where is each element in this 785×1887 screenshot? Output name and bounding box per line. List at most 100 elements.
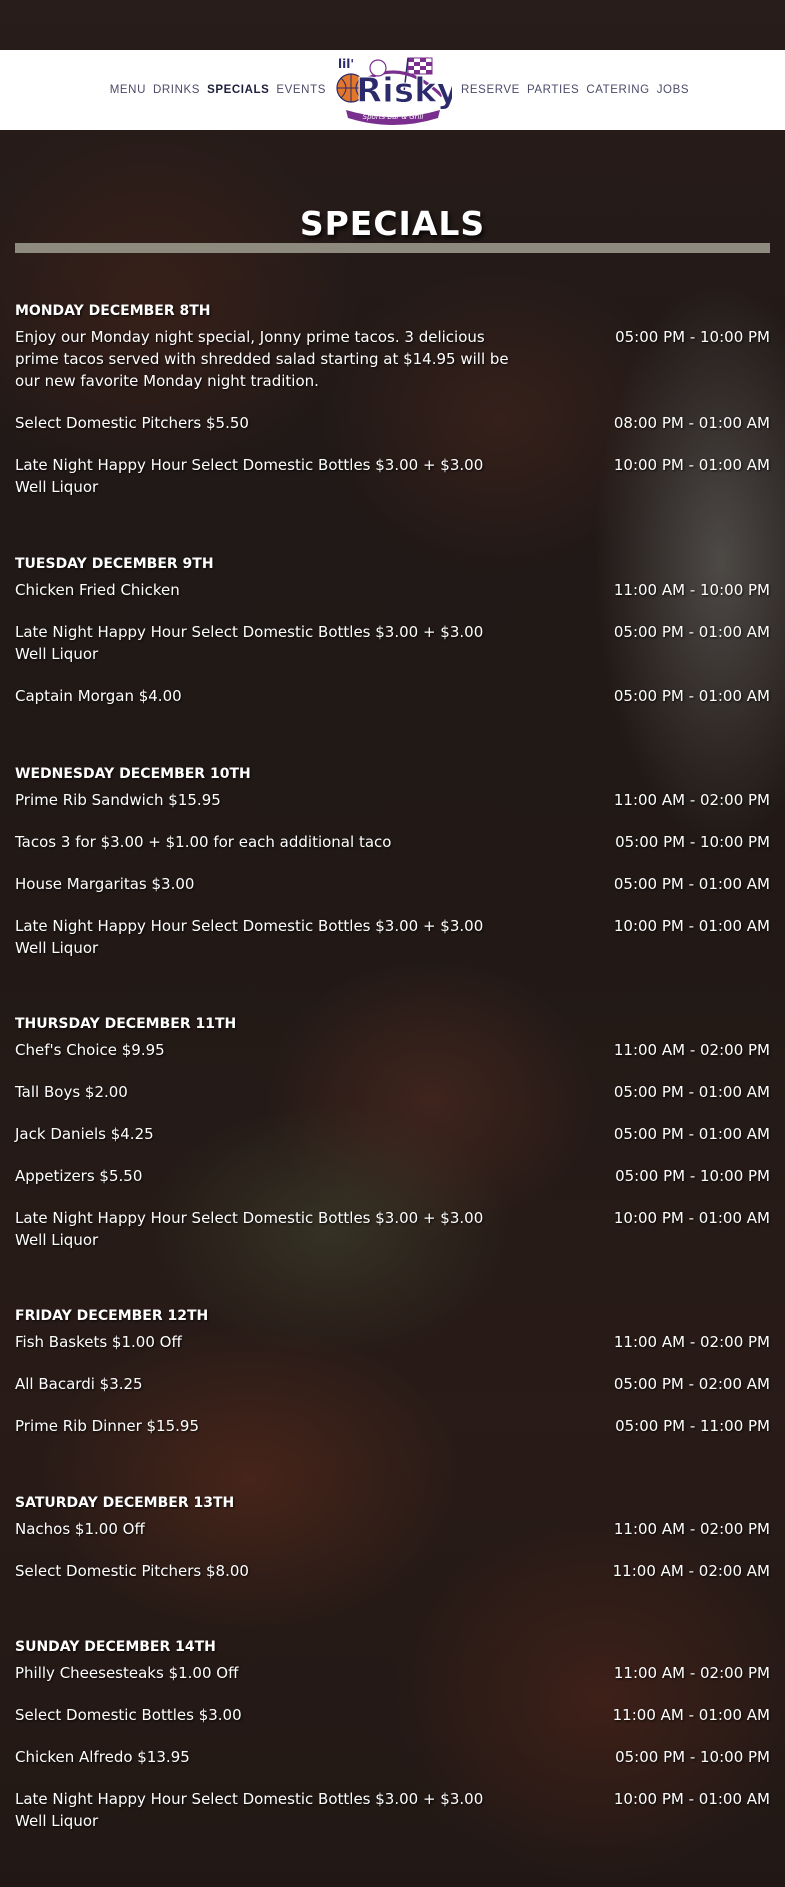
special-description: Late Night Happy Hour Select Domestic Bo… <box>15 917 484 957</box>
site-logo[interactable]: lil' Risky Sports Bar & Grill <box>334 52 459 128</box>
special-description: Enjoy our Monday night special, Jonny pr… <box>15 328 509 390</box>
special-description: Fish Baskets $1.00 Off <box>15 1333 182 1351</box>
nav-right-group: RESERVE PARTIES CATERING JOBS <box>461 50 689 130</box>
special-item: Late Night Happy Hour Select Domestic Bo… <box>15 621 770 665</box>
day-heading: SUNDAY DECEMBER 14TH <box>15 1639 216 1655</box>
special-time: 05:00 PM - 01:00 AM <box>613 1083 770 1101</box>
special-description: Select Domestic Pitchers $8.00 <box>15 1562 249 1580</box>
logo-wordmark: Risky <box>356 71 452 111</box>
nav-link-catering[interactable]: CATERING <box>586 84 649 96</box>
special-description: Chicken Fried Chicken <box>15 581 180 599</box>
special-description: Select Domestic Pitchers $5.50 <box>15 414 249 432</box>
special-time: 10:00 PM - 01:00 AM <box>613 456 770 474</box>
logo-tagline: Sports Bar & Grill <box>363 113 424 121</box>
special-item: Chicken Fried Chicken 11:00 AM - 10:00 P… <box>15 579 770 601</box>
special-item: Select Domestic Pitchers $8.00 11:00 AM … <box>15 1560 770 1582</box>
special-description: Late Night Happy Hour Select Domestic Bo… <box>15 623 484 663</box>
title-divider <box>15 243 770 253</box>
nav-link-parties[interactable]: PARTIES <box>527 84 579 96</box>
special-item: Prime Rib Sandwich $15.95 11:00 AM - 02:… <box>15 789 770 811</box>
day-section-friday: FRIDAY DECEMBER 12TH Fish Baskets $1.00 … <box>15 1307 770 1457</box>
special-time: 11:00 AM - 10:00 PM <box>613 581 770 599</box>
special-description: Prime Rib Sandwich $15.95 <box>15 791 221 809</box>
special-time: 05:00 PM - 01:00 AM <box>613 875 770 893</box>
special-item: Captain Morgan $4.00 05:00 PM - 01:00 AM <box>15 685 770 707</box>
special-item: Tacos 3 for $3.00 + $1.00 for each addit… <box>15 831 770 853</box>
special-item: Jack Daniels $4.25 05:00 PM - 01:00 AM <box>15 1123 770 1145</box>
special-time: 11:00 AM - 02:00 PM <box>613 1041 770 1059</box>
special-time: 05:00 PM - 11:00 PM <box>615 1417 770 1435</box>
special-time: 10:00 PM - 01:00 AM <box>613 1790 770 1808</box>
day-heading: FRIDAY DECEMBER 12TH <box>15 1308 209 1324</box>
special-time: 11:00 AM - 02:00 PM <box>613 791 770 809</box>
special-time: 11:00 AM - 02:00 PM <box>613 1333 770 1351</box>
day-heading: MONDAY DECEMBER 8TH <box>15 303 211 319</box>
special-description: Jack Daniels $4.25 <box>15 1125 154 1143</box>
special-description: Prime Rib Dinner $15.95 <box>15 1417 199 1435</box>
special-item: All Bacardi $3.25 05:00 PM - 02:00 AM <box>15 1373 770 1395</box>
nav-link-events[interactable]: EVENTS <box>276 84 326 96</box>
special-description: Late Night Happy Hour Select Domestic Bo… <box>15 456 484 496</box>
special-time: 11:00 AM - 02:00 PM <box>613 1520 770 1538</box>
page-title: SPECIALS <box>299 204 486 244</box>
special-time: 05:00 PM - 10:00 PM <box>615 328 770 346</box>
special-time: 11:00 AM - 02:00 PM <box>613 1664 770 1682</box>
special-description: House Margaritas $3.00 <box>15 875 195 893</box>
special-item: Prime Rib Dinner $15.95 05:00 PM - 11:00… <box>15 1415 770 1437</box>
nav-link-jobs[interactable]: JOBS <box>657 84 689 96</box>
special-description: Appetizers $5.50 <box>15 1167 143 1185</box>
special-description: Captain Morgan $4.00 <box>15 687 182 705</box>
special-time: 05:00 PM - 10:00 PM <box>615 1748 770 1766</box>
special-time: 05:00 PM - 02:00 AM <box>613 1375 770 1393</box>
special-item: Select Domestic Pitchers $5.50 08:00 PM … <box>15 412 770 434</box>
special-item: Nachos $1.00 Off 11:00 AM - 02:00 PM <box>15 1518 770 1540</box>
special-description: All Bacardi $3.25 <box>15 1375 143 1393</box>
nav-link-drinks[interactable]: DRINKS <box>153 84 200 96</box>
special-item: Enjoy our Monday night special, Jonny pr… <box>15 326 770 392</box>
day-section-thursday: THURSDAY DECEMBER 11TH Chef's Choice $9.… <box>15 1015 770 1271</box>
day-heading: THURSDAY DECEMBER 11TH <box>15 1016 237 1032</box>
logo-prefix: lil' <box>338 57 354 71</box>
nav-left-group: MENU DRINKS SPECIALS EVENTS <box>110 50 326 130</box>
special-item: Fish Baskets $1.00 Off 11:00 AM - 02:00 … <box>15 1331 770 1353</box>
day-section-monday: MONDAY DECEMBER 8TH Enjoy our Monday nig… <box>15 302 770 518</box>
special-time: 05:00 PM - 10:00 PM <box>615 1167 770 1185</box>
special-time: 05:00 PM - 01:00 AM <box>613 687 770 705</box>
special-item: Select Domestic Bottles $3.00 11:00 AM -… <box>15 1704 770 1726</box>
day-heading: SATURDAY DECEMBER 13TH <box>15 1495 235 1511</box>
special-description: Nachos $1.00 Off <box>15 1520 145 1538</box>
special-time: 05:00 PM - 01:00 AM <box>613 623 770 641</box>
nav-link-reserve[interactable]: RESERVE <box>461 84 520 96</box>
special-item: Late Night Happy Hour Select Domestic Bo… <box>15 1207 770 1251</box>
special-time: 08:00 PM - 01:00 AM <box>613 414 770 432</box>
special-time: 05:00 PM - 01:00 AM <box>613 1125 770 1143</box>
special-time: 05:00 PM - 10:00 PM <box>615 833 770 851</box>
special-description: Chicken Alfredo $13.95 <box>15 1748 190 1766</box>
special-item: Philly Cheesesteaks $1.00 Off 11:00 AM -… <box>15 1662 770 1684</box>
nav-link-menu[interactable]: MENU <box>110 84 146 96</box>
special-description: Chef's Choice $9.95 <box>15 1041 165 1059</box>
day-section-sunday: SUNDAY DECEMBER 14TH Philly Cheesesteaks… <box>15 1638 770 1852</box>
special-item: Appetizers $5.50 05:00 PM - 10:00 PM <box>15 1165 770 1187</box>
day-section-tuesday: TUESDAY DECEMBER 9TH Chicken Fried Chick… <box>15 555 770 727</box>
day-section-wednesday: WEDNESDAY DECEMBER 10TH Prime Rib Sandwi… <box>15 765 770 979</box>
special-item: Late Night Happy Hour Select Domestic Bo… <box>15 915 770 959</box>
special-time: 11:00 AM - 01:00 AM <box>612 1706 770 1724</box>
special-description: Tacos 3 for $3.00 + $1.00 for each addit… <box>15 833 392 851</box>
special-item: Late Night Happy Hour Select Domestic Bo… <box>15 454 770 498</box>
day-heading: TUESDAY DECEMBER 9TH <box>15 556 214 572</box>
special-description: Select Domestic Bottles $3.00 <box>15 1706 242 1724</box>
nav-link-specials[interactable]: SPECIALS <box>207 84 269 96</box>
special-time: 11:00 AM - 02:00 AM <box>612 1562 770 1580</box>
special-time: 10:00 PM - 01:00 AM <box>613 917 770 935</box>
special-description: Late Night Happy Hour Select Domestic Bo… <box>15 1209 484 1249</box>
special-item: Chicken Alfredo $13.95 05:00 PM - 10:00 … <box>15 1746 770 1768</box>
special-item: Chef's Choice $9.95 11:00 AM - 02:00 PM <box>15 1039 770 1061</box>
special-item: Late Night Happy Hour Select Domestic Bo… <box>15 1788 770 1832</box>
special-time: 10:00 PM - 01:00 AM <box>613 1209 770 1227</box>
special-description: Tall Boys $2.00 <box>15 1083 128 1101</box>
logo-graphic: lil' Risky Sports Bar & Grill <box>336 57 459 125</box>
day-section-saturday: SATURDAY DECEMBER 13TH Nachos $1.00 Off … <box>15 1494 770 1602</box>
special-description: Philly Cheesesteaks $1.00 Off <box>15 1664 239 1682</box>
special-item: House Margaritas $3.00 05:00 PM - 01:00 … <box>15 873 770 895</box>
